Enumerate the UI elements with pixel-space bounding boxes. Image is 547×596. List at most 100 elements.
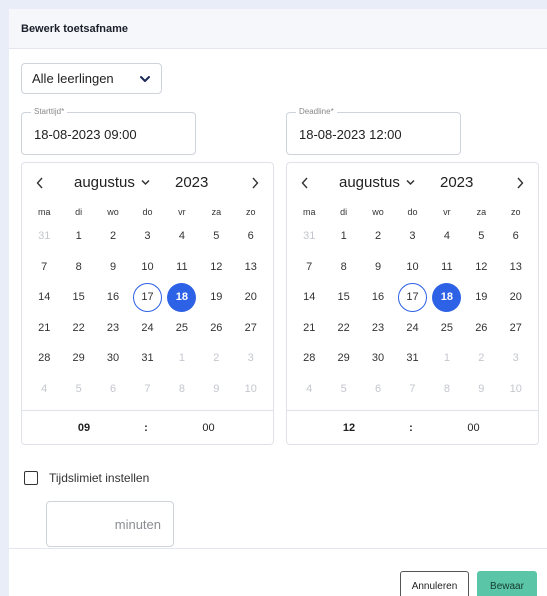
calendar-day[interactable]: 2 xyxy=(361,221,395,251)
calendar-day[interactable]: 3 xyxy=(234,343,268,373)
calendar-day[interactable]: 8 xyxy=(326,252,360,282)
calendar-day[interactable]: 31 xyxy=(130,343,164,373)
next-month-button[interactable] xyxy=(510,173,530,193)
calendar-day[interactable]: 4 xyxy=(292,374,326,404)
calendar-day[interactable]: 7 xyxy=(27,252,61,282)
calendar-day[interactable]: 4 xyxy=(430,221,464,251)
calendar-day[interactable]: 8 xyxy=(165,374,199,404)
calendar-day[interactable]: 11 xyxy=(430,252,464,282)
hour-input[interactable]: 09 xyxy=(42,422,126,434)
calendar-day[interactable]: 15 xyxy=(61,282,95,312)
calendar-day[interactable]: 7 xyxy=(292,252,326,282)
calendar-day[interactable]: 7 xyxy=(395,374,429,404)
previous-month-button[interactable] xyxy=(30,173,50,193)
calendar-day[interactable]: 11 xyxy=(165,252,199,282)
calendar-day[interactable]: 7 xyxy=(130,374,164,404)
calendar-day[interactable]: 24 xyxy=(130,313,164,343)
calendar-day[interactable]: 5 xyxy=(199,221,233,251)
today-day[interactable]: 17 xyxy=(130,282,164,312)
minute-input[interactable]: 00 xyxy=(166,422,251,434)
month-select[interactable]: augustus xyxy=(74,174,150,191)
calendar-day[interactable]: 6 xyxy=(361,374,395,404)
calendar-day[interactable]: 29 xyxy=(326,343,360,373)
calendar-day[interactable]: 15 xyxy=(326,282,360,312)
minute-input[interactable]: 00 xyxy=(431,422,516,434)
previous-month-button[interactable] xyxy=(295,173,315,193)
calendar-day[interactable]: 16 xyxy=(361,282,395,312)
calendar-day[interactable]: 23 xyxy=(361,313,395,343)
calendar-day[interactable]: 5 xyxy=(61,374,95,404)
minutes-input[interactable]: minuten xyxy=(46,501,174,547)
calendar-day[interactable]: 22 xyxy=(326,313,360,343)
calendar-day[interactable]: 21 xyxy=(27,313,61,343)
calendar-day[interactable]: 4 xyxy=(27,374,61,404)
calendar-day[interactable]: 2 xyxy=(199,343,233,373)
calendar-day[interactable]: 10 xyxy=(234,374,268,404)
start-time-field[interactable]: Starttijd* 18-08-2023 09:00 xyxy=(21,107,196,155)
calendar-day[interactable]: 24 xyxy=(395,313,429,343)
calendar-day[interactable]: 14 xyxy=(292,282,326,312)
calendar-day[interactable]: 19 xyxy=(199,282,233,312)
calendar-day[interactable]: 3 xyxy=(395,221,429,251)
month-select[interactable]: augustus xyxy=(339,174,415,191)
student-filter-select[interactable]: Alle leerlingen xyxy=(21,63,162,94)
calendar-day[interactable]: 16 xyxy=(96,282,130,312)
calendar-day[interactable]: 1 xyxy=(61,221,95,251)
year-select[interactable]: 2023 xyxy=(440,174,473,191)
calendar-day[interactable]: 1 xyxy=(165,343,199,373)
calendar-day[interactable]: 20 xyxy=(234,282,268,312)
calendar-day[interactable]: 3 xyxy=(499,343,533,373)
calendar-day[interactable]: 13 xyxy=(234,252,268,282)
year-select[interactable]: 2023 xyxy=(175,174,208,191)
calendar-day[interactable]: 6 xyxy=(96,374,130,404)
calendar-day[interactable]: 27 xyxy=(234,313,268,343)
hour-input[interactable]: 12 xyxy=(307,422,391,434)
calendar-day[interactable]: 10 xyxy=(130,252,164,282)
calendar-day[interactable]: 8 xyxy=(430,374,464,404)
calendar-day[interactable]: 31 xyxy=(395,343,429,373)
calendar-day[interactable]: 25 xyxy=(165,313,199,343)
calendar-day[interactable]: 5 xyxy=(326,374,360,404)
calendar-day[interactable]: 10 xyxy=(499,374,533,404)
calendar-day[interactable]: 21 xyxy=(292,313,326,343)
calendar-day[interactable]: 6 xyxy=(499,221,533,251)
calendar-day[interactable]: 28 xyxy=(292,343,326,373)
calendar-day[interactable]: 30 xyxy=(361,343,395,373)
calendar-day[interactable]: 13 xyxy=(499,252,533,282)
calendar-day[interactable]: 2 xyxy=(464,343,498,373)
calendar-day[interactable]: 5 xyxy=(464,221,498,251)
calendar-day[interactable]: 28 xyxy=(27,343,61,373)
calendar-day[interactable]: 4 xyxy=(165,221,199,251)
calendar-day[interactable]: 23 xyxy=(96,313,130,343)
calendar-day[interactable]: 31 xyxy=(27,221,61,251)
calendar-day[interactable]: 22 xyxy=(61,313,95,343)
calendar-day[interactable]: 29 xyxy=(61,343,95,373)
calendar-day[interactable]: 9 xyxy=(96,252,130,282)
save-button[interactable]: Bewaar xyxy=(477,571,537,596)
next-month-button[interactable] xyxy=(245,173,265,193)
calendar-day[interactable]: 12 xyxy=(464,252,498,282)
calendar-day[interactable]: 30 xyxy=(96,343,130,373)
calendar-day[interactable]: 9 xyxy=(361,252,395,282)
calendar-day[interactable]: 6 xyxy=(234,221,268,251)
cancel-button[interactable]: Annuleren xyxy=(400,571,469,596)
calendar-day[interactable]: 19 xyxy=(464,282,498,312)
calendar-day[interactable]: 25 xyxy=(430,313,464,343)
calendar-day[interactable]: 8 xyxy=(61,252,95,282)
calendar-day[interactable]: 1 xyxy=(326,221,360,251)
calendar-day[interactable]: 27 xyxy=(499,313,533,343)
selected-day[interactable]: 18 xyxy=(430,282,464,312)
calendar-day[interactable]: 2 xyxy=(96,221,130,251)
calendar-day[interactable]: 26 xyxy=(464,313,498,343)
calendar-day[interactable]: 31 xyxy=(292,221,326,251)
calendar-day[interactable]: 3 xyxy=(130,221,164,251)
calendar-day[interactable]: 9 xyxy=(199,374,233,404)
calendar-day[interactable]: 10 xyxy=(395,252,429,282)
calendar-day[interactable]: 1 xyxy=(430,343,464,373)
selected-day[interactable]: 18 xyxy=(165,282,199,312)
today-day[interactable]: 17 xyxy=(395,282,429,312)
time-limit-checkbox[interactable] xyxy=(24,471,38,485)
deadline-field[interactable]: Deadline* 18-08-2023 12:00 xyxy=(286,107,461,155)
calendar-day[interactable]: 26 xyxy=(199,313,233,343)
calendar-day[interactable]: 20 xyxy=(499,282,533,312)
